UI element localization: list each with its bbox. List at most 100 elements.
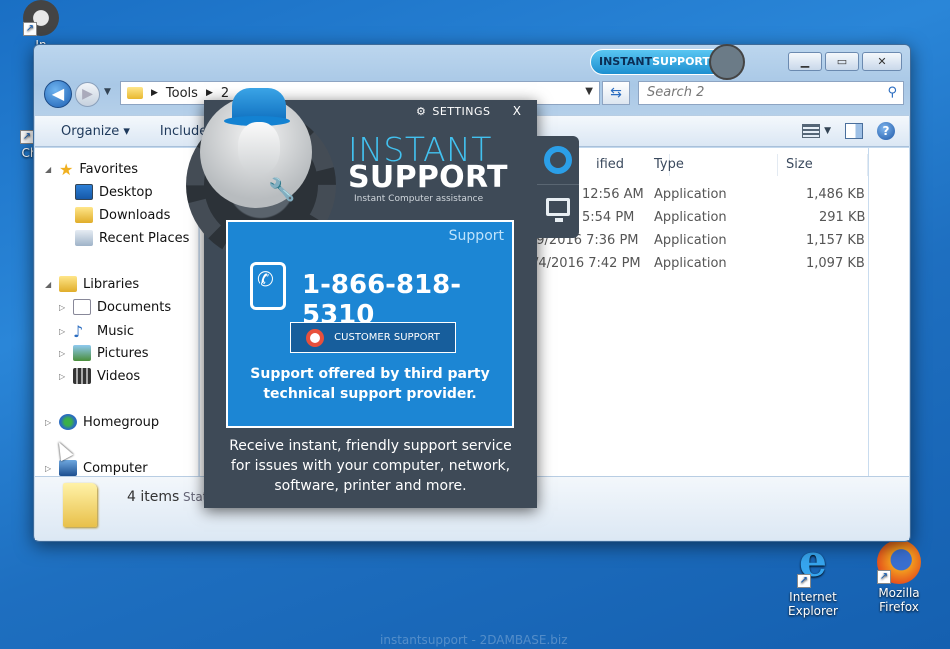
cell-modified: /4/2016 7:42 PM xyxy=(534,256,641,271)
instant-support-badge[interactable]: INSTANTSUPPORT xyxy=(590,44,745,80)
phone-number[interactable]: 1-866-818-5310 xyxy=(302,270,512,330)
desktop-icon-firefox[interactable]: ↗ Mozilla Firefox xyxy=(864,540,934,615)
monitor-icon[interactable] xyxy=(546,198,570,222)
tree-item-computer[interactable]: ▷ Computer xyxy=(45,460,148,476)
breadcrumb-2[interactable]: 2 xyxy=(221,86,229,101)
homegroup-icon xyxy=(59,414,77,430)
tree-item-label: Libraries xyxy=(83,276,140,292)
tree-item-label: Pictures xyxy=(97,345,149,361)
firefox-icon: ↗ xyxy=(877,540,921,584)
brand-support: SUPPORT xyxy=(348,160,508,195)
forward-button[interactable]: ▶ xyxy=(75,82,100,107)
desktop-icon xyxy=(75,184,93,200)
close-icon: ✕ xyxy=(877,55,887,68)
cell-size: 1,486 KB xyxy=(806,187,865,202)
expand-icon[interactable]: ◢ xyxy=(45,280,53,289)
support-agent-avatar-icon xyxy=(709,44,745,80)
tree-item-label: Downloads xyxy=(99,207,171,223)
recent-pages-dropdown[interactable]: ▼ xyxy=(104,87,111,97)
minimize-icon: ▁ xyxy=(800,55,810,68)
gear-icon: ⚙ xyxy=(416,105,427,118)
collapse-icon[interactable]: ▷ xyxy=(59,349,67,358)
change-view-icon[interactable] xyxy=(802,124,821,138)
search-input[interactable]: Search 2 ⚲ xyxy=(638,81,904,105)
shortcut-arrow-icon: ↗ xyxy=(797,574,811,588)
shortcut-arrow-icon: ↗ xyxy=(877,570,891,584)
tree-item-label: Music xyxy=(97,324,134,339)
preview-pane-icon[interactable] xyxy=(845,123,863,139)
tree-item-pictures[interactable]: ▷ Pictures xyxy=(59,345,148,361)
collapse-icon[interactable]: ▷ xyxy=(45,418,53,427)
shortcut-arrow-icon: ↗ xyxy=(20,130,34,144)
popup-side-buttons xyxy=(537,136,579,238)
desktop-icon-label: Mozilla Firefox xyxy=(878,586,920,615)
tree-item-label: Desktop xyxy=(99,184,153,200)
search-placeholder: Search 2 xyxy=(647,85,705,100)
arrow-right-icon: ▶ xyxy=(82,86,93,102)
arrow-left-icon: ◀ xyxy=(51,84,65,103)
collapse-icon[interactable]: ▷ xyxy=(45,464,53,473)
breadcrumb-separator-icon[interactable]: ▶ xyxy=(151,88,158,98)
tree-item-recent-places[interactable]: Recent Places xyxy=(75,230,189,246)
breadcrumb-separator-icon[interactable]: ▶ xyxy=(206,88,213,98)
back-button[interactable]: ◀ xyxy=(44,80,72,108)
music-icon: ♪ xyxy=(73,322,84,341)
collapse-icon[interactable]: ▷ xyxy=(59,372,67,381)
instant-support-popup[interactable]: ⚙ SETTINGS X 🔧 INSTANT SUPPORT Instant Co… xyxy=(186,88,537,508)
videos-icon xyxy=(73,368,91,384)
internet-explorer-icon: e ↗ xyxy=(797,536,827,588)
tree-item-desktop[interactable]: Desktop xyxy=(75,184,153,200)
help-icon[interactable]: ? xyxy=(877,122,895,140)
tree-item-libraries[interactable]: ◢ Libraries xyxy=(45,276,139,292)
expand-icon[interactable]: ◢ xyxy=(45,165,53,174)
cell-type: Application xyxy=(654,187,727,202)
refresh-button[interactable]: ⇆ xyxy=(602,81,630,105)
lifebuoy-icon[interactable] xyxy=(544,146,572,174)
collapse-icon[interactable]: ▷ xyxy=(59,303,67,312)
computer-icon xyxy=(59,460,77,476)
collapse-icon[interactable]: ▷ xyxy=(59,327,67,336)
chevron-down-icon[interactable]: ▼ xyxy=(824,126,831,136)
tree-item-videos[interactable]: ▷ Videos xyxy=(59,368,140,384)
popup-close-button[interactable]: X xyxy=(513,104,521,118)
pictures-icon xyxy=(73,345,91,361)
support-panel: Support 1-866-818-5310 CUSTOMER SUPPORT … xyxy=(226,220,514,428)
cell-modified: 12:56 AM xyxy=(582,187,644,202)
tree-item-label: Favorites xyxy=(79,162,139,177)
breadcrumb-tools[interactable]: Tools xyxy=(166,86,198,101)
libraries-icon xyxy=(59,276,77,292)
customer-support-button[interactable]: CUSTOMER SUPPORT xyxy=(290,322,456,353)
popup-description: Receive instant, friendly support servic… xyxy=(229,438,512,494)
maximize-button[interactable]: ▭ xyxy=(825,52,859,71)
column-header-type[interactable]: Type xyxy=(648,154,778,176)
tree-item-downloads[interactable]: Downloads xyxy=(75,207,170,223)
tree-item-label: Computer xyxy=(83,460,148,476)
minimize-button[interactable]: ▁ xyxy=(788,52,822,71)
support-agent-mascot-icon: 🔧 xyxy=(200,88,312,208)
face-icon xyxy=(238,122,280,174)
organize-button[interactable]: Organize ▾ xyxy=(61,124,130,139)
tree-item-homegroup[interactable]: ▷ Homegroup xyxy=(45,414,159,430)
folder-icon xyxy=(63,483,97,527)
cell-type: Application xyxy=(654,210,727,225)
chevron-down-icon[interactable]: ▼ xyxy=(585,86,593,97)
support-label: Support xyxy=(448,228,504,244)
desktop-icon-ie[interactable]: e ↗ Internet Explorer xyxy=(778,540,848,619)
tree-item-documents[interactable]: ▷ Documents xyxy=(59,299,171,315)
cell-modified: 5:54 PM xyxy=(582,210,635,225)
tree-item-music[interactable]: ▷ ♪ Music xyxy=(59,322,134,341)
badge-brand: INSTANT xyxy=(599,55,653,68)
tree-item-label: Recent Places xyxy=(99,230,190,246)
cell-type: Application xyxy=(654,256,727,271)
lifebuoy-icon xyxy=(306,328,325,347)
third-party-disclaimer: Support offered by third party technical… xyxy=(250,366,490,402)
close-button[interactable]: ✕ xyxy=(862,52,902,71)
tree-item-favorites[interactable]: ◢ ★ Favorites xyxy=(45,160,138,179)
search-icon: ⚲ xyxy=(887,85,897,100)
divider xyxy=(537,184,579,185)
navigation-pane: ◢ ★ Favorites Desktop Downloads Recent P… xyxy=(35,148,199,478)
brand-tagline: Instant Computer assistance xyxy=(354,194,484,204)
customer-support-label: CUSTOMER SUPPORT xyxy=(334,332,440,343)
settings-button[interactable]: ⚙ SETTINGS xyxy=(416,105,491,118)
column-header-size[interactable]: Size xyxy=(780,154,868,176)
